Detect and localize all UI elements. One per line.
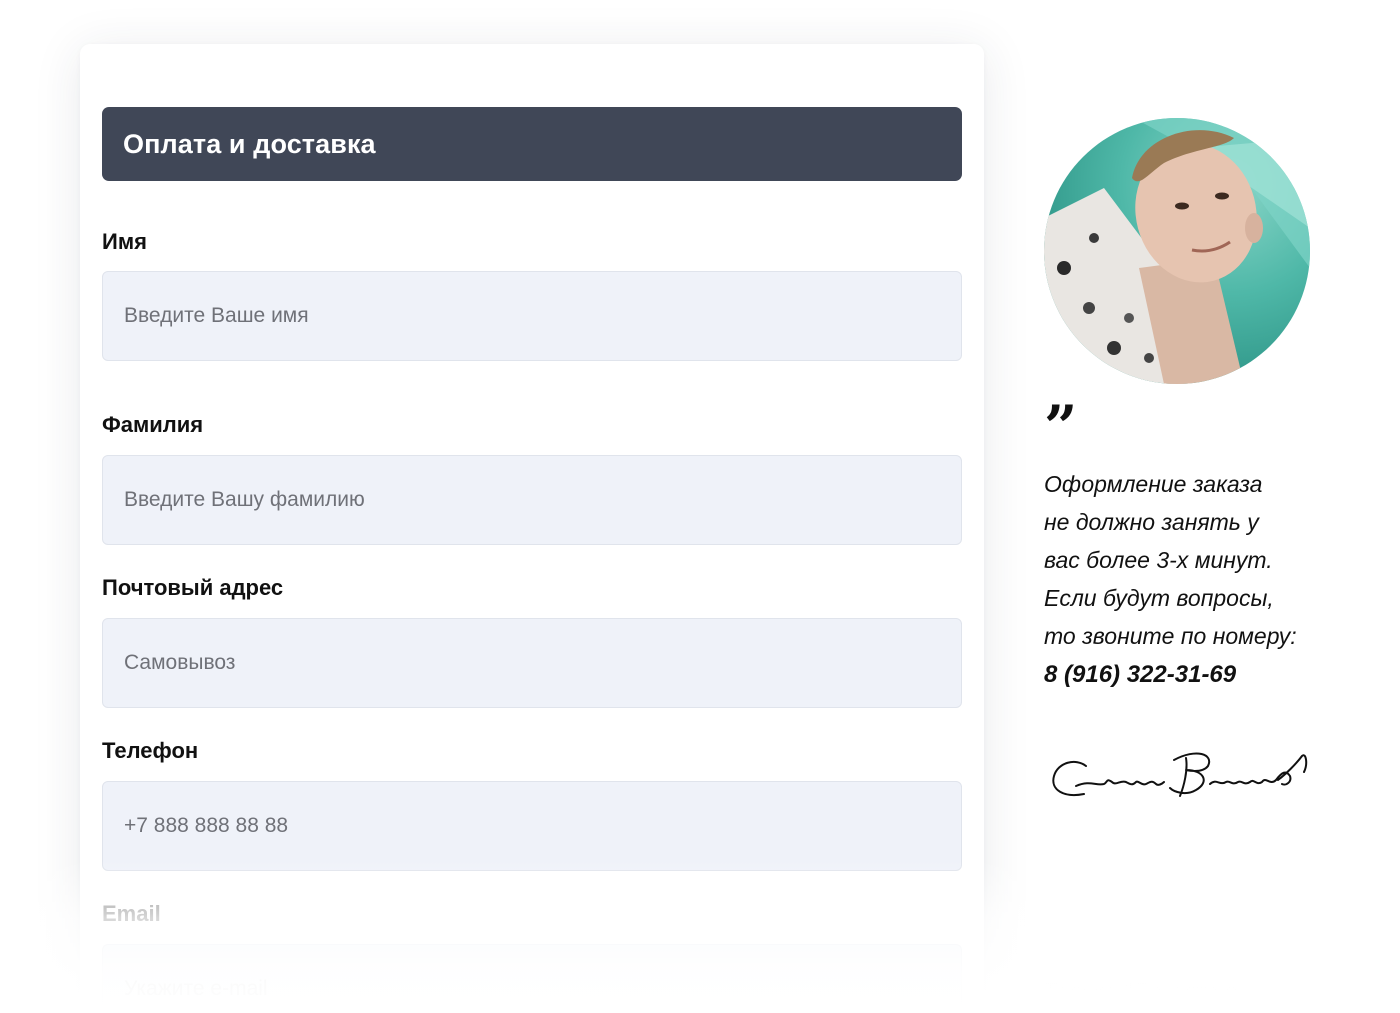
quote-icon: ” (1044, 393, 1078, 461)
quote-line: Оформление заказа (1044, 471, 1263, 497)
quote-line: то звоните по номеру: (1044, 623, 1297, 649)
last-name-label: Фамилия (102, 412, 204, 437)
last-name-input[interactable] (102, 455, 962, 545)
quote-line: вас более 3-х минут. (1044, 547, 1273, 573)
quote-line: не должно занять у (1044, 509, 1259, 535)
first-name-input[interactable] (102, 271, 962, 361)
first-name-label: Имя (102, 229, 147, 254)
address-input[interactable] (102, 618, 962, 708)
signature-image (1052, 752, 1308, 797)
promo-teaser: Только 17 марта с (1044, 978, 1238, 1004)
quote-text: Оформление заказа не должно занять у вас… (1044, 465, 1344, 655)
quote-line: Если будут вопросы, (1044, 585, 1274, 611)
phone-label: Телефон (102, 738, 199, 763)
form-title: Оплата и доставка (102, 107, 962, 181)
contact-phone: 8 (916) 322-31-69 (1044, 661, 1237, 688)
address-label: Почтовый адрес (102, 575, 284, 600)
email-label: Email (102, 901, 161, 926)
avatar (1044, 118, 1310, 384)
email-input[interactable] (102, 944, 962, 1013)
avatar-photo (1044, 118, 1310, 384)
phone-input[interactable] (102, 781, 962, 871)
